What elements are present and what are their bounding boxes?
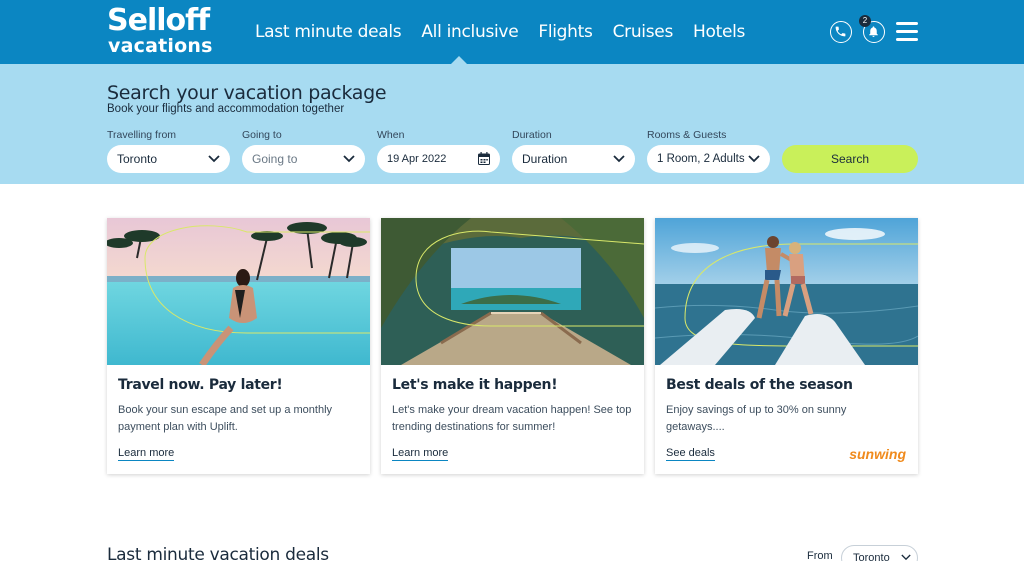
chevron-down-icon — [748, 155, 760, 163]
duration-select[interactable]: Duration — [512, 145, 635, 173]
chevron-down-icon — [613, 155, 625, 163]
search-subtitle: Book your flights and accommodation toge… — [107, 103, 345, 115]
from-city-value: Toronto — [853, 552, 890, 561]
card-description: Enjoy savings of up to 30% on sunny geta… — [666, 404, 847, 433]
when-label: When — [377, 129, 405, 141]
nav-all-inclusive[interactable]: All inclusive — [421, 20, 518, 46]
nav-cruises[interactable]: Cruises — [613, 20, 674, 46]
search-title: Search your vacation package — [107, 82, 387, 104]
nav-hotels[interactable]: Hotels — [693, 20, 745, 46]
nav-last-minute-deals[interactable]: Last minute deals — [255, 20, 402, 46]
card-image-beach-boardwalk — [381, 218, 644, 365]
rooms-guests-select[interactable]: 1 Room, 2 Adults — [647, 145, 770, 173]
card-description: Let's make your dream vacation happen! S… — [392, 404, 632, 433]
search-button[interactable]: Search — [782, 145, 918, 173]
from-city-select[interactable]: Toronto — [841, 545, 918, 561]
promo-card-trending[interactable]: Let's make it happen! Let's make your dr… — [381, 218, 644, 474]
logo-line-2: vacations — [108, 35, 213, 57]
card-title: Best deals of the season — [666, 377, 853, 393]
nav-flights[interactable]: Flights — [538, 20, 593, 46]
when-value: 19 Apr 2022 — [387, 153, 447, 165]
selloff-vacations-logo[interactable]: Selloff vacations — [107, 6, 225, 58]
chevron-down-icon — [901, 554, 911, 561]
rooms-guests-value: 1 Room, 2 Adults — [657, 153, 745, 165]
chevron-down-icon — [208, 155, 220, 163]
travelling-from-value: Toronto — [117, 152, 158, 166]
logo-line-1: Selloff — [107, 3, 210, 38]
going-to-value: Going to — [252, 152, 298, 166]
site-header: Selloff vacations Last minute deals All … — [0, 0, 1024, 64]
learn-more-link[interactable]: Learn more — [118, 447, 175, 461]
card-title: Let's make it happen! — [392, 377, 558, 393]
card-title: Travel now. Pay later! — [118, 377, 283, 393]
going-to-label: Going to — [242, 129, 282, 141]
promo-card-sunwing[interactable]: Best deals of the season Enjoy savings o… — [655, 218, 918, 474]
menu-icon[interactable] — [896, 22, 918, 42]
card-image-infinity-pool — [107, 218, 370, 365]
from-label: From — [807, 550, 833, 561]
card-description: Book your sun escape and set up a monthl… — [118, 404, 333, 433]
last-minute-deals-heading: Last minute vacation deals — [107, 545, 329, 561]
learn-more-link[interactable]: Learn more — [392, 447, 449, 461]
travelling-from-select[interactable]: Toronto — [107, 145, 230, 173]
notification-badge: 2 — [859, 15, 871, 27]
card-image-paddleboard-couple — [655, 218, 918, 365]
active-nav-indicator — [451, 56, 467, 64]
phone-icon[interactable] — [830, 21, 852, 43]
main-nav: Last minute deals All inclusive Flights … — [255, 20, 765, 46]
sunwing-logo: sunwing — [849, 446, 906, 462]
chevron-down-icon — [343, 155, 355, 163]
duration-value: Duration — [522, 152, 568, 166]
calendar-icon — [478, 152, 490, 165]
promo-card-uplift[interactable]: Travel now. Pay later! Book your sun esc… — [107, 218, 370, 474]
travelling-from-label: Travelling from — [107, 129, 177, 141]
duration-label: Duration — [512, 129, 552, 141]
see-deals-link[interactable]: See deals — [666, 447, 715, 461]
going-to-select[interactable]: Going to — [242, 145, 365, 173]
when-date-field[interactable]: 19 Apr 2022 — [377, 145, 500, 173]
rooms-guests-label: Rooms & Guests — [647, 129, 727, 141]
